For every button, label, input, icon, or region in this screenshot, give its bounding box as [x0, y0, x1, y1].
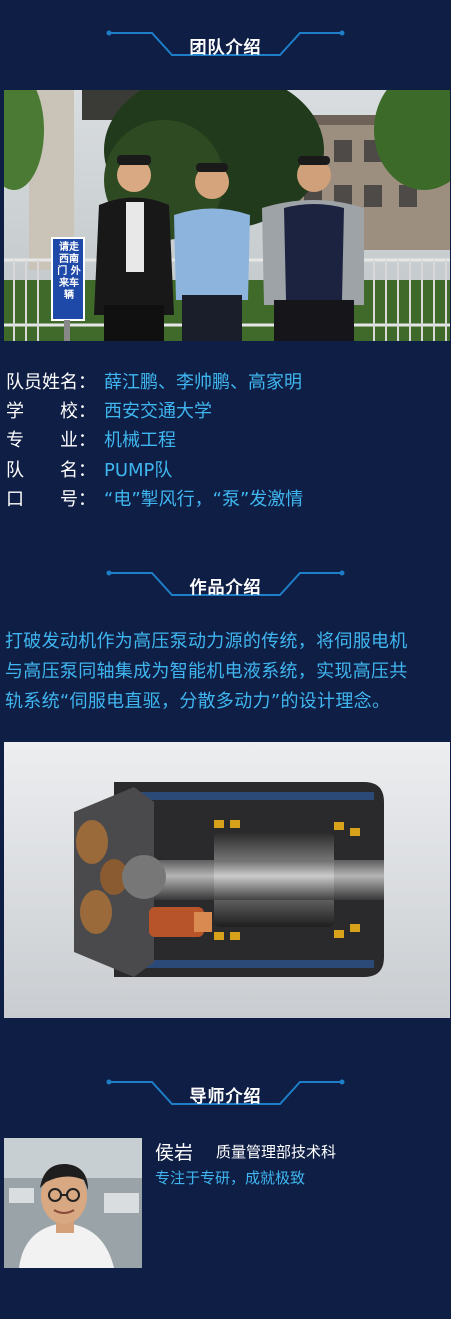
mentor-photo: [4, 1138, 142, 1268]
mentor-motto: 专注于专研，成就极致: [155, 1169, 306, 1187]
team-photo: 请走西南门 外来车辆: [4, 90, 450, 341]
team-info-major: 专 业： 机械工程: [6, 427, 176, 455]
description-line: 轨系统“伺服电直驱，分散多动力”的设计理念。: [5, 691, 391, 712]
description-line: 与高压泵同轴集成为智能机电液系统，实现高压共: [5, 661, 408, 682]
section-header-mentor: 导师介绍: [0, 1073, 451, 1113]
section-title-team: 团队介绍: [189, 38, 262, 58]
team-info-members: 队员姓名： 薛江鹏、李帅鹏、高家明: [6, 369, 302, 397]
info-label: 队 名：: [6, 460, 96, 481]
section-title-work: 作品介绍: [189, 578, 262, 598]
info-label: 队员姓名：: [6, 372, 96, 393]
mentor-name: 侯岩: [155, 1142, 194, 1164]
team-info-school: 学 校： 西安交通大学: [6, 398, 212, 426]
description-line: 打破发动机作为高压泵动力源的传统，将伺服电机: [5, 631, 408, 652]
info-value: 西安交通大学: [104, 401, 212, 422]
section-header-team: 团队介绍: [0, 24, 451, 64]
info-label: 专 业：: [6, 430, 96, 451]
gate-sign-text: 请走西南门 外来车辆: [57, 242, 81, 301]
info-value: 薛江鹏、李帅鹏、高家明: [104, 372, 302, 393]
product-render-image: [4, 742, 450, 1018]
team-info-slogan: 口 号： “电”掣风行，“泵”发激情: [6, 486, 303, 514]
info-value: “电”掣风行，“泵”发激情: [104, 489, 304, 510]
team-info-team-name: 队 名： PUMP队: [6, 457, 172, 485]
mentor-department: 质量管理部技术科: [216, 1143, 337, 1161]
info-value: PUMP队: [104, 460, 173, 481]
work-description: 打破发动机作为高压泵动力源的传统，将伺服电机 与高压泵同轴集成为智能机电液系统，…: [5, 627, 451, 717]
section-header-work: 作品介绍: [0, 564, 451, 604]
info-label: 口 号：: [6, 489, 96, 510]
info-value: 机械工程: [104, 430, 176, 451]
section-title-mentor: 导师介绍: [189, 1087, 262, 1107]
info-label: 学 校：: [6, 401, 96, 422]
